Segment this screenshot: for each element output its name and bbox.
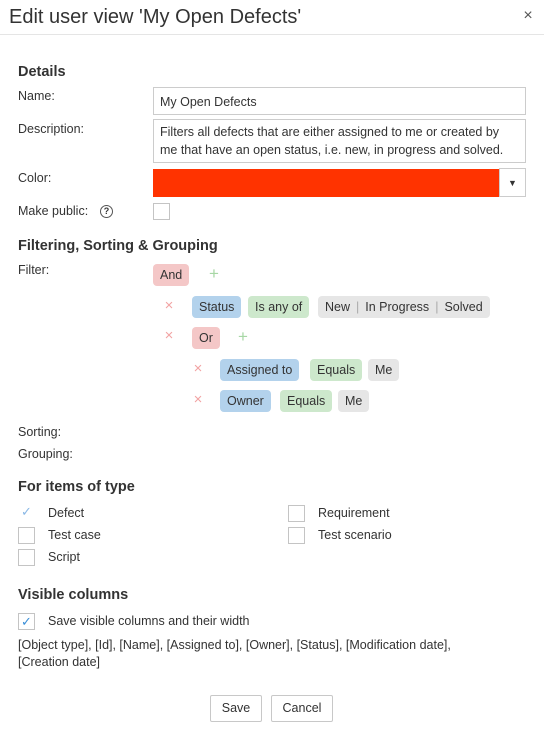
add-plus-icon[interactable]: +: [207, 265, 221, 283]
checkmark-icon: ✓: [21, 614, 32, 629]
save-columns-label: Save visible columns and their width: [48, 614, 250, 628]
status-comparator-chip[interactable]: Is any of: [248, 296, 310, 318]
description-label: Description:: [18, 122, 84, 136]
help-circle-icon[interactable]: ?: [100, 205, 113, 218]
status-value-solved: Solved: [444, 300, 483, 314]
save-columns-checkbox[interactable]: ✓: [18, 613, 35, 630]
name-field[interactable]: My Open Defects: [153, 87, 526, 115]
columns-list-line-2: [Creation date]: [18, 655, 100, 669]
columns-list-line-1: [Object type], [Id], [Name], [Assigned t…: [18, 638, 451, 652]
delete-x-icon[interactable]: ×: [191, 391, 205, 409]
and-operator-chip[interactable]: And: [153, 264, 190, 286]
filter-label: Filter:: [18, 263, 50, 277]
color-label: Color:: [18, 171, 52, 185]
name-label: Name:: [18, 89, 55, 103]
assigned-field-chip[interactable]: Assigned to: [220, 359, 300, 381]
type-label-test-scenario: Test scenario: [318, 528, 392, 542]
sorting-label: Sorting:: [18, 425, 62, 439]
add-plus-icon[interactable]: +: [236, 328, 250, 346]
dialog-title: Edit user view 'My Open Defects': [9, 6, 302, 28]
assigned-comparator-chip[interactable]: Equals: [310, 359, 363, 381]
status-value-in-progress: In Progress: [365, 300, 430, 314]
color-picker-swatch[interactable]: [153, 169, 499, 197]
requirement-checkbox[interactable]: [288, 505, 305, 522]
close-icon[interactable]: ×: [518, 6, 538, 26]
or-operator-chip[interactable]: Or: [192, 327, 220, 349]
status-field-chip[interactable]: Status: [192, 296, 242, 318]
assigned-value-chip[interactable]: Me: [368, 359, 400, 381]
title-divider: [0, 34, 544, 35]
owner-field-chip[interactable]: Owner: [220, 390, 271, 412]
grouping-label: Grouping:: [18, 447, 73, 461]
owner-value-chip[interactable]: Me: [338, 390, 370, 412]
test-scenario-checkbox[interactable]: [288, 527, 305, 544]
description-field[interactable]: Filters all defects that are either assi…: [153, 119, 526, 163]
visible-columns-heading: Visible columns: [18, 587, 129, 603]
type-label-test-case: Test case: [48, 528, 101, 542]
defect-checkbox[interactable]: ✓: [18, 503, 35, 520]
save-button[interactable]: Save: [210, 695, 262, 722]
filtering-heading: Filtering, Sorting & Grouping: [18, 238, 218, 254]
value-separator: |: [435, 300, 439, 314]
make-public-checkbox[interactable]: [153, 203, 170, 220]
checkmark-icon: ✓: [21, 504, 32, 519]
details-heading: Details: [18, 64, 66, 80]
type-label-script: Script: [48, 550, 80, 564]
cancel-button[interactable]: Cancel: [271, 695, 333, 722]
delete-x-icon[interactable]: ×: [191, 360, 205, 378]
value-separator: |: [356, 300, 360, 314]
delete-x-icon[interactable]: ×: [162, 297, 176, 315]
delete-x-icon[interactable]: ×: [162, 327, 176, 345]
make-public-label: Make public:: [18, 204, 89, 218]
item-types-heading: For items of type: [18, 479, 135, 495]
caret-down-icon: ▼: [508, 178, 517, 188]
type-label-requirement: Requirement: [318, 506, 390, 520]
test-case-checkbox[interactable]: [18, 527, 35, 544]
color-dropdown-button[interactable]: ▼: [499, 168, 526, 197]
type-label-defect: Defect: [48, 506, 85, 520]
owner-comparator-chip[interactable]: Equals: [280, 390, 333, 412]
status-value-new: New: [325, 300, 351, 314]
status-values-chip[interactable]: New | In Progress | Solved: [318, 296, 490, 318]
script-checkbox[interactable]: [18, 549, 35, 566]
